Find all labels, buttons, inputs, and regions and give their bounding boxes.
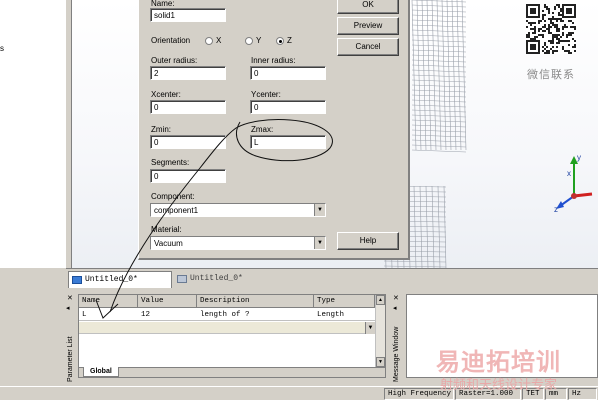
sheet-tabs: Global (79, 367, 385, 377)
ok-button[interactable]: OK (337, 0, 399, 14)
preview-button[interactable]: Preview (337, 17, 399, 35)
qr-code (526, 4, 576, 54)
watermark-title: 易迪拓培训 (436, 348, 561, 376)
material-value: Vacuum (154, 239, 183, 248)
status-frequency-unit: Hz (568, 388, 597, 400)
help-button[interactable]: Help (337, 232, 399, 250)
watermark-subtitle: 射频和天线设计专家 (440, 378, 558, 393)
segments-label: Segments: (151, 158, 190, 167)
pin-icon[interactable]: ◂ (393, 304, 397, 312)
xcenter-field[interactable]: 0 (150, 100, 226, 114)
cell-description[interactable]: length of ? (197, 309, 314, 321)
material-label: Material: (151, 225, 182, 234)
column-header-type[interactable]: Type (314, 295, 375, 308)
parameter-list-sidebar: ✕ ◂ Parameter List (66, 294, 77, 384)
cell-value[interactable]: 12 (138, 309, 197, 321)
zmin-label: Zmin: (151, 125, 171, 134)
axis-triad-icon: y x z (554, 153, 593, 214)
column-header-description[interactable]: Description (197, 295, 314, 308)
component-label: Component: (151, 192, 195, 201)
navigation-tree-panel: s (0, 0, 66, 268)
document-tabs: Untitled_0* Untitled_0* (66, 268, 598, 290)
document-icon (177, 275, 187, 283)
name-field[interactable]: solid1 (150, 8, 226, 22)
ycenter-field[interactable]: 0 (250, 100, 326, 114)
table-row[interactable]: L 12 length of ? Length (79, 309, 375, 321)
tab-label: Untitled_0* (190, 274, 243, 283)
xcenter-label: Xcenter: (151, 90, 181, 99)
column-header-value[interactable]: Value (138, 295, 197, 308)
scroll-down-icon[interactable]: ▼ (376, 357, 385, 367)
component-value: component1 (154, 206, 199, 215)
svg-text:y: y (577, 153, 581, 162)
svg-text:x: x (567, 169, 571, 178)
column-header-name[interactable]: Name (79, 295, 138, 308)
new-row[interactable]: ▼ (79, 322, 375, 334)
inner-radius-label: Inner radius: (251, 56, 296, 65)
vertical-scrollbar[interactable]: ▲ ▼ (375, 295, 385, 367)
orientation-z-radio[interactable] (276, 37, 284, 45)
outer-radius-field[interactable]: 2 (150, 66, 226, 80)
material-select[interactable]: Vacuum ▼ (150, 236, 326, 250)
ycenter-label: Ycenter: (251, 90, 281, 99)
orientation-y-radio[interactable] (245, 37, 253, 45)
component-select[interactable]: component1 ▼ (150, 203, 326, 217)
orientation-z-label: Z (287, 36, 292, 45)
chevron-down-icon[interactable]: ▼ (314, 237, 325, 249)
name-label: Name: (151, 0, 175, 8)
svg-text:z: z (554, 205, 558, 214)
tree-text-fragment: s (0, 44, 4, 53)
zmin-field[interactable]: 0 (150, 135, 226, 149)
tab-global[interactable]: Global (83, 367, 119, 377)
message-window-sidebar: ✕ ◂ Message Window (392, 294, 404, 384)
close-icon[interactable]: ✕ (393, 294, 399, 302)
document-icon (72, 276, 82, 284)
parameter-list-table: Name Value Description Type L 12 length … (78, 294, 386, 378)
chevron-down-icon[interactable]: ▼ (314, 204, 325, 216)
tab-untitled-inactive[interactable]: Untitled_0* (174, 271, 274, 288)
orientation-y-label: Y (256, 36, 262, 45)
tab-untitled-active[interactable]: Untitled_0* (68, 271, 172, 288)
orientation-x-radio[interactable] (205, 37, 213, 45)
scroll-up-icon[interactable]: ▲ (376, 295, 385, 305)
parameter-list-title: Parameter List (67, 336, 74, 382)
orientation-label: Orientation (151, 36, 191, 45)
cell-type[interactable]: Length (314, 309, 375, 321)
chevron-down-icon[interactable]: ▼ (365, 322, 375, 334)
segments-field[interactable]: 0 (150, 169, 226, 183)
create-cylinder-dialog: Name: solid1 Orientation X Y Z Outer rad… (138, 0, 410, 260)
cancel-button[interactable]: Cancel (337, 38, 399, 56)
pin-icon[interactable]: ◂ (66, 304, 70, 312)
message-window-title: Message Window (393, 326, 400, 382)
orientation-x-label: X (216, 36, 222, 45)
outer-radius-label: Outer radius: (151, 56, 198, 65)
close-icon[interactable]: ✕ (67, 294, 73, 302)
tab-label: Untitled_0* (85, 275, 138, 284)
inner-radius-field[interactable]: 0 (250, 66, 326, 80)
cell-name[interactable]: L (79, 309, 138, 321)
zmax-field[interactable]: L (250, 135, 326, 149)
zmax-label: Zmax: (251, 125, 274, 134)
qr-caption: 微信联系 (527, 68, 575, 81)
